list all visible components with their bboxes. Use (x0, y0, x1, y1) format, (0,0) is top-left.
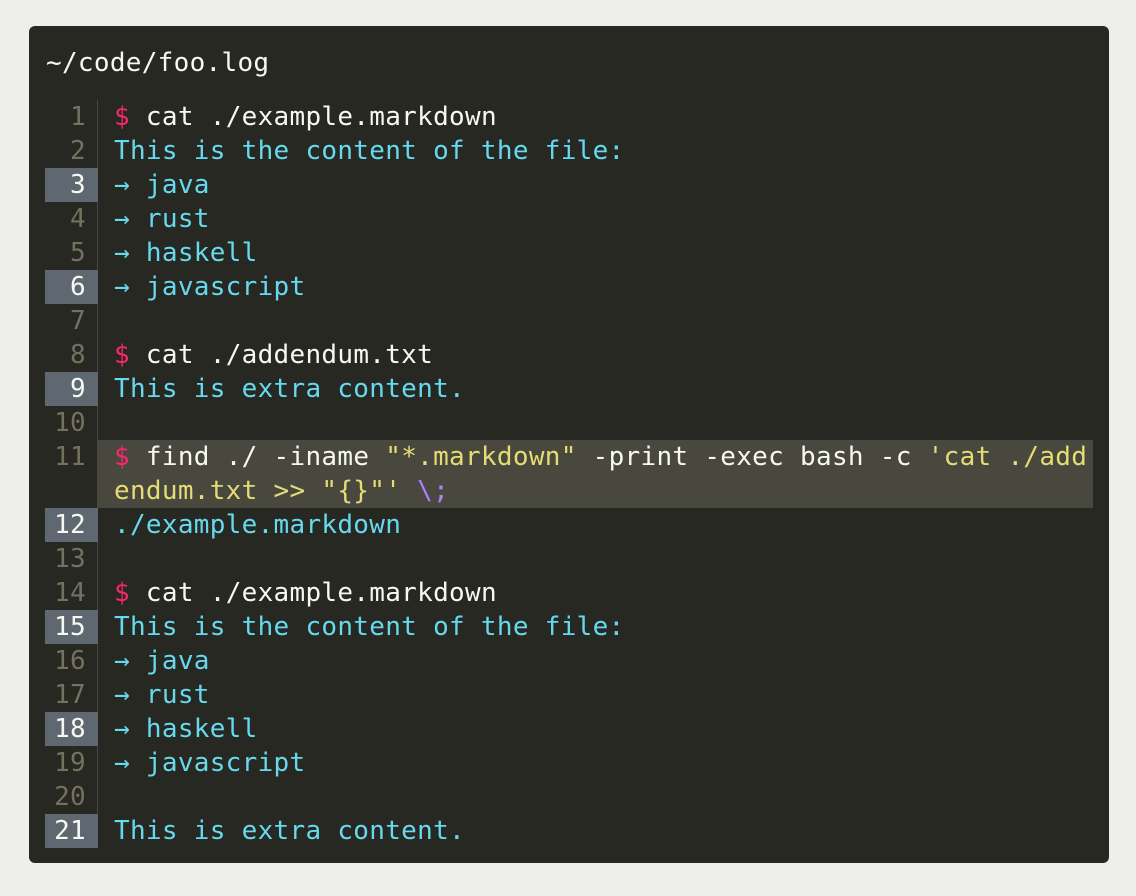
line-number-highlighted[interactable]: 6 (45, 270, 98, 304)
token-out: This is extra content. (114, 816, 465, 846)
token-cmd: cat ./addendum.txt (145, 340, 434, 370)
token-out: → haskell (114, 238, 258, 268)
token-out: This is extra content. (114, 374, 465, 404)
token-prompt: $ (114, 102, 146, 132)
line-number[interactable]: 13 (45, 542, 98, 576)
code-window: ~/code/foo.log 1 $ cat ./example.markdown… (29, 26, 1109, 863)
line-content: This is the content of the file: (98, 134, 1093, 168)
line-number-highlighted[interactable]: 18 (45, 712, 98, 746)
line-number[interactable]: 8 (45, 338, 98, 372)
line-content: ​ (98, 406, 1093, 440)
line-number[interactable]: 7 (45, 304, 98, 338)
code-line[interactable]: 21 This is extra content. (45, 814, 1093, 848)
line-content: → rust (98, 202, 1093, 236)
token-out: → java (114, 646, 210, 676)
line-number-highlighted[interactable]: 12 (45, 508, 98, 542)
code-line[interactable]: 3 → java (45, 168, 1093, 202)
code-line[interactable]: 10​ (45, 406, 1093, 440)
code-line[interactable]: 11 $ find ./ -iname "*.markdown" -print -… (45, 440, 1093, 508)
token-cmd: find ./ -iname (145, 442, 386, 472)
line-number[interactable]: 17 (45, 678, 98, 712)
line-number[interactable]: 14 (45, 576, 98, 610)
token-esc: \; (417, 476, 450, 506)
token-out: → rust (114, 204, 210, 234)
line-content: → javascript (98, 270, 1093, 304)
code-line[interactable]: 16 → java (45, 644, 1093, 678)
line-content: ​ (98, 304, 1093, 338)
token-out: → java (114, 170, 210, 200)
line-content-selected: $ find ./ -iname "*.markdown" -print -ex… (98, 440, 1093, 508)
line-content: → javascript (98, 746, 1093, 780)
token-out: ./example.markdown (114, 510, 402, 540)
code-line[interactable]: 9 This is extra content. (45, 372, 1093, 406)
token-out: → rust (114, 680, 210, 710)
line-content: $ cat ./example.markdown (98, 576, 1093, 610)
token-out: → javascript (114, 748, 306, 778)
line-content: $ cat ./example.markdown (98, 100, 1093, 134)
line-content: This is extra content. (98, 372, 1093, 406)
line-number[interactable]: 11 (45, 440, 98, 508)
code-line[interactable]: 20​ (45, 780, 1093, 814)
line-content: → java (98, 168, 1093, 202)
code-line[interactable]: 15 This is the content of the file: (45, 610, 1093, 644)
line-number-highlighted[interactable]: 21 (45, 814, 98, 848)
token-cmd (401, 476, 417, 506)
code-line[interactable]: 2 This is the content of the file: (45, 134, 1093, 168)
line-number[interactable]: 10 (45, 406, 98, 440)
code-line[interactable]: 19 → javascript (45, 746, 1093, 780)
token-prompt: $ (114, 442, 146, 472)
file-title: ~/code/foo.log (46, 48, 270, 78)
token-cmd: -print -exec bash -c (576, 442, 928, 472)
code-line[interactable]: 13​ (45, 542, 1093, 576)
line-number-highlighted[interactable]: 3 (45, 168, 98, 202)
line-content: ​ (98, 542, 1093, 576)
token-out: This is the content of the file: (114, 136, 625, 166)
code-line[interactable]: 14 $ cat ./example.markdown (45, 576, 1093, 610)
code-line[interactable]: 5 → haskell (45, 236, 1093, 270)
line-number[interactable]: 16 (45, 644, 98, 678)
code-line[interactable]: 1 $ cat ./example.markdown (45, 100, 1093, 134)
token-cmd: cat ./example.markdown (145, 102, 497, 132)
code-line[interactable]: 4 → rust (45, 202, 1093, 236)
line-number[interactable]: 4 (45, 202, 98, 236)
line-content: This is the content of the file: (98, 610, 1093, 644)
code-line[interactable]: 6 → javascript (45, 270, 1093, 304)
line-content: ​ (98, 780, 1093, 814)
line-number[interactable]: 1 (45, 100, 98, 134)
line-content: $ cat ./addendum.txt (98, 338, 1093, 372)
line-content: → haskell (98, 236, 1093, 270)
code-line[interactable]: 12 ./example.markdown (45, 508, 1093, 542)
line-number[interactable]: 19 (45, 746, 98, 780)
token-prompt: $ (114, 340, 146, 370)
token-prompt: $ (114, 578, 146, 608)
code-line[interactable]: 7​ (45, 304, 1093, 338)
line-content: → java (98, 644, 1093, 678)
line-number-highlighted[interactable]: 15 (45, 610, 98, 644)
line-number[interactable]: 5 (45, 236, 98, 270)
line-content: This is extra content. (98, 814, 1093, 848)
line-content: ./example.markdown (98, 508, 1093, 542)
line-number[interactable]: 2 (45, 134, 98, 168)
token-out: This is the content of the file: (114, 612, 625, 642)
code-listing[interactable]: 1 $ cat ./example.markdown 2 This is the co… (45, 100, 1093, 848)
line-content: → rust (98, 678, 1093, 712)
line-number[interactable]: 20 (45, 780, 98, 814)
code-line[interactable]: 17 → rust (45, 678, 1093, 712)
token-out: → javascript (114, 272, 306, 302)
token-str: "*.markdown" (385, 442, 577, 472)
code-line[interactable]: 18 → haskell (45, 712, 1093, 746)
code-line[interactable]: 8 $ cat ./addendum.txt (45, 338, 1093, 372)
token-out: → haskell (114, 714, 258, 744)
token-cmd: cat ./example.markdown (145, 578, 497, 608)
line-number-highlighted[interactable]: 9 (45, 372, 98, 406)
line-content: → haskell (98, 712, 1093, 746)
